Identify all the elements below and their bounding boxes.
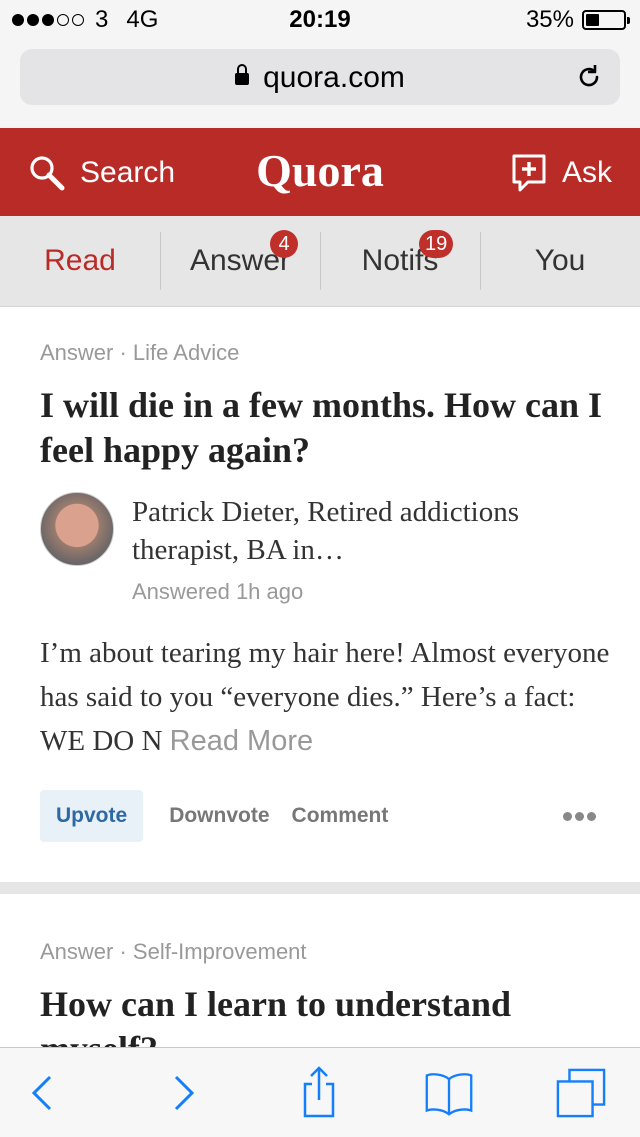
avatar[interactable] xyxy=(40,492,114,566)
tab-label: Read xyxy=(44,244,116,277)
battery-icon xyxy=(582,10,630,30)
lock-icon xyxy=(235,64,250,85)
battery-percent: 35% xyxy=(525,6,574,33)
url-text: quora.com xyxy=(263,61,405,94)
answer-excerpt[interactable]: I’m about tearing my hair here! Almost e… xyxy=(40,631,610,763)
ask-label: Ask xyxy=(561,156,612,189)
tab-read[interactable]: Read xyxy=(0,216,160,306)
read-more-link[interactable]: Read More xyxy=(170,725,313,757)
upvote-button[interactable]: Upvote xyxy=(40,790,144,842)
answer-excerpt-text: I’m about tearing my hair here! Almost e… xyxy=(40,637,610,757)
app-header: Search Quora Ask xyxy=(0,128,640,216)
address-bar[interactable]: quora.com xyxy=(20,49,620,105)
answered-timestamp: Answered 1h ago xyxy=(132,579,304,604)
battery-tip xyxy=(627,17,630,24)
more-dot xyxy=(587,812,596,821)
card-meta: Answer · Life Advice xyxy=(40,340,240,365)
share-button[interactable] xyxy=(294,1066,344,1118)
tab-answer[interactable]: Answer 4 xyxy=(160,216,320,306)
comment-button[interactable]: Comment xyxy=(292,804,389,828)
tabs-button[interactable] xyxy=(556,1068,606,1118)
browser-chrome: quora.com xyxy=(0,40,640,128)
card-meta: Answer · Self-Improvement xyxy=(40,939,307,964)
downvote-button[interactable]: Downvote xyxy=(169,804,269,828)
answer-count-badge: 4 xyxy=(270,230,298,258)
battery-fill xyxy=(586,14,599,26)
share-icon xyxy=(303,1066,335,1118)
bookmarks-button[interactable] xyxy=(424,1068,474,1118)
back-button[interactable] xyxy=(18,1068,68,1118)
reload-icon[interactable] xyxy=(574,62,604,92)
feed-card: Answer · Self-Improvement How can I lear… xyxy=(0,894,640,1069)
tab-bar: Read Answer 4 Notifs 19 You xyxy=(0,216,640,307)
more-dot xyxy=(563,812,572,821)
forward-button[interactable] xyxy=(158,1068,208,1118)
ask-button[interactable]: Ask xyxy=(512,154,612,192)
url-display[interactable]: quora.com xyxy=(20,61,620,95)
bookmarks-icon xyxy=(425,1073,473,1116)
status-bar: 3 4G 20:19 35% xyxy=(0,0,640,40)
back-icon xyxy=(31,1075,52,1111)
tab-label: You xyxy=(534,244,586,277)
action-bar: Upvote Downvote Comment xyxy=(40,790,388,842)
author-credential[interactable]: Patrick Dieter, Retired addictions thera… xyxy=(132,493,552,569)
battery-area: 35% xyxy=(525,6,630,34)
browser-toolbar xyxy=(0,1047,640,1137)
tabs-icon xyxy=(556,1068,606,1118)
tab-you[interactable]: You xyxy=(480,216,640,306)
more-options-icon[interactable] xyxy=(560,812,596,821)
card-divider xyxy=(0,882,640,894)
forward-icon xyxy=(174,1075,195,1111)
question-title[interactable]: I will die in a few months. How can I fe… xyxy=(40,383,610,473)
notifs-count-badge: 19 xyxy=(419,230,454,258)
more-dot xyxy=(575,812,584,821)
ask-icon xyxy=(512,154,546,192)
tab-notifs[interactable]: Notifs 19 xyxy=(320,216,480,306)
feed-card: Answer · Life Advice I will die in a few… xyxy=(0,307,640,882)
